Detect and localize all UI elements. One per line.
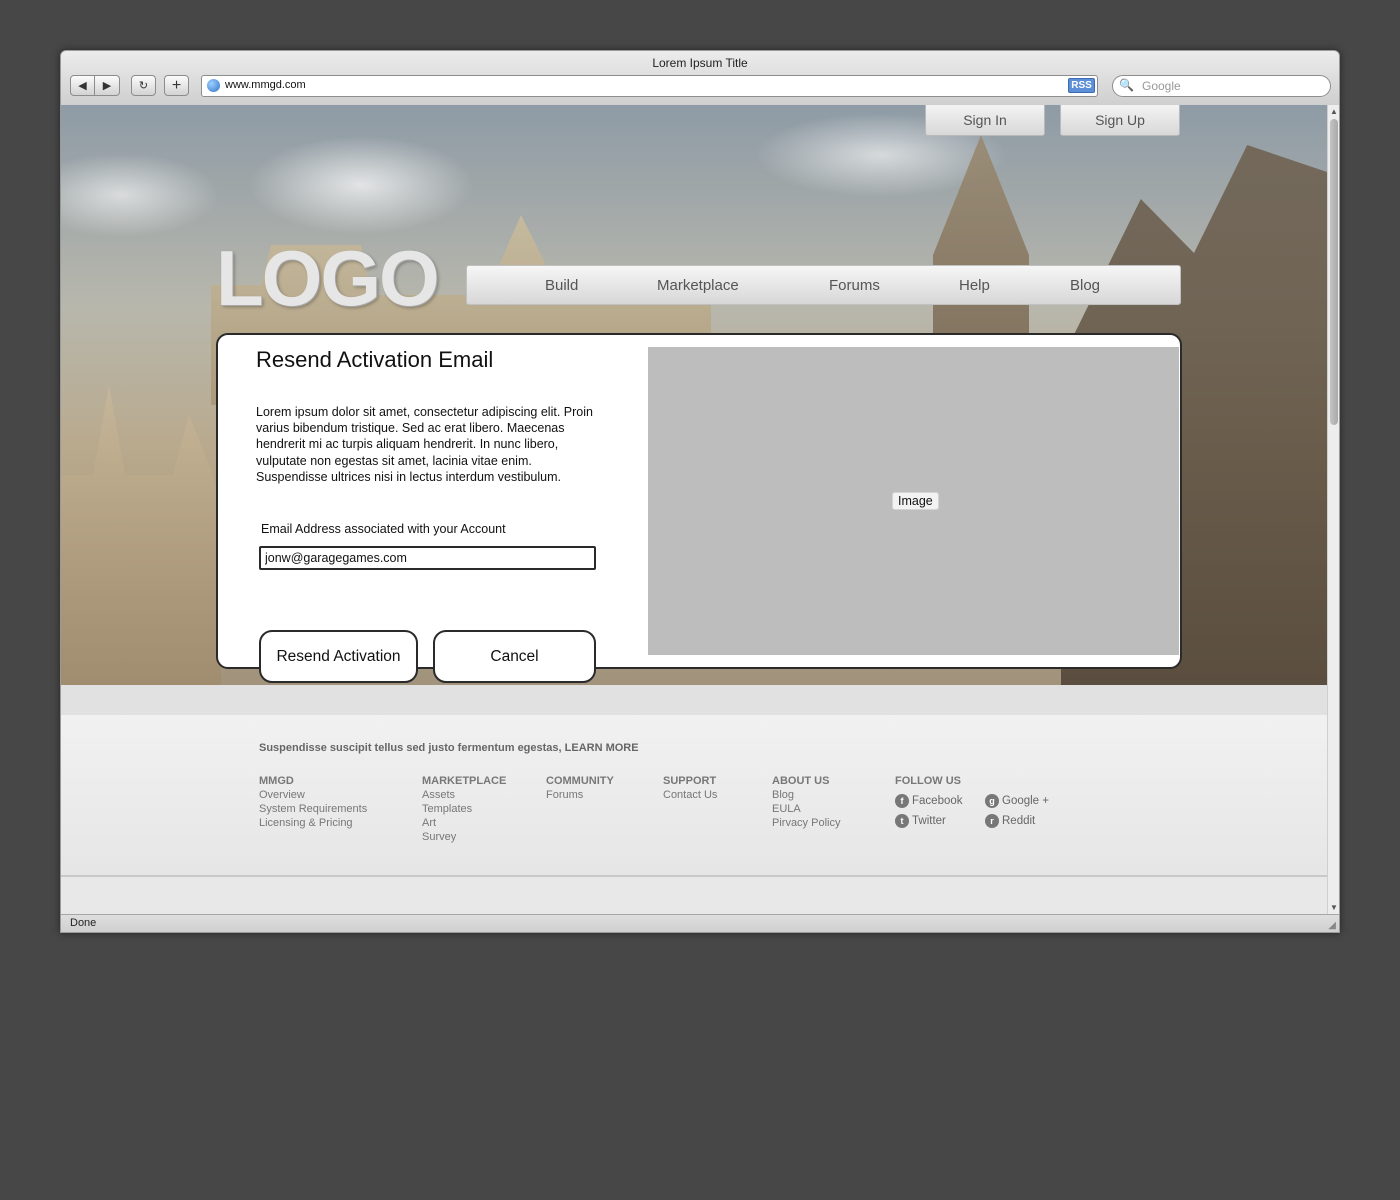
- footer-separator: [61, 685, 1327, 715]
- footer-heading: MMGD: [259, 775, 294, 787]
- card-description: Lorem ipsum dolor sit amet, consectetur …: [256, 405, 593, 484]
- footer-link[interactable]: Blog: [772, 788, 840, 802]
- browser-search-field[interactable]: 🔍 Google: [1112, 75, 1331, 97]
- footer-heading: MARKETPLACE: [422, 775, 507, 787]
- reddit-link[interactable]: r Reddit: [985, 814, 1035, 828]
- nav-item-help[interactable]: Help: [959, 277, 990, 294]
- page-title: Resend Activation Email: [256, 347, 494, 372]
- image-placeholder: Image: [648, 347, 1179, 655]
- plus-icon: +: [171, 76, 182, 94]
- globe-icon: [207, 79, 220, 92]
- footer-link[interactable]: System Requirements: [259, 802, 367, 816]
- footer-link[interactable]: Survey: [422, 830, 506, 844]
- scroll-down-arrow-icon[interactable]: ▼: [1330, 903, 1338, 912]
- footer-column-marketplace: MARKETPLACE Assets Templates Art Survey: [422, 774, 506, 844]
- google-plus-label: Google +: [1002, 795, 1049, 807]
- footer-link[interactable]: Forums: [546, 788, 614, 802]
- footer-tagline[interactable]: Suspendisse suscipit tellus sed justo fe…: [259, 742, 639, 754]
- facebook-link[interactable]: f Facebook: [895, 794, 963, 808]
- footer-link[interactable]: Overview: [259, 788, 367, 802]
- nav-item-forums[interactable]: Forums: [829, 277, 880, 294]
- facebook-icon: f: [895, 794, 909, 808]
- page-viewport: Sign In Sign Up LOGO Build Marketplace F…: [61, 105, 1327, 914]
- new-tab-button[interactable]: +: [164, 75, 189, 96]
- vertical-scrollbar[interactable]: ▲ ▼: [1327, 105, 1339, 914]
- footer-heading: COMMUNITY: [546, 775, 614, 787]
- castle-illustration-left: [61, 385, 221, 685]
- forward-arrow-icon: ▶: [102, 80, 112, 92]
- status-text: Done: [70, 917, 97, 929]
- footer-link[interactable]: Templates: [422, 802, 506, 816]
- reload-button[interactable]: ↻: [131, 75, 156, 96]
- facebook-label: Facebook: [912, 795, 963, 807]
- sign-up-button[interactable]: Sign Up: [1060, 105, 1180, 136]
- footer-column-about: ABOUT US Blog EULA Pirvacy Policy: [772, 774, 840, 830]
- twitter-link[interactable]: t Twitter: [895, 814, 946, 828]
- footer-link[interactable]: Assets: [422, 788, 506, 802]
- email-field-label: Email Address associated with your Accou…: [261, 522, 506, 536]
- scroll-up-arrow-icon[interactable]: ▲: [1330, 107, 1338, 116]
- scroll-thumb[interactable]: [1330, 119, 1338, 425]
- google-plus-link[interactable]: g Google +: [985, 794, 1049, 808]
- footer-link[interactable]: Licensing & Pricing: [259, 816, 367, 830]
- window-title: Lorem Ipsum Title: [652, 56, 748, 70]
- google-plus-icon: g: [985, 794, 999, 808]
- nav-item-marketplace[interactable]: Marketplace: [657, 277, 739, 294]
- footer-column-support: SUPPORT Contact Us: [663, 774, 717, 802]
- resend-activation-button[interactable]: Resend Activation: [259, 630, 418, 683]
- reddit-icon: r: [985, 814, 999, 828]
- back-arrow-icon: ◀: [78, 80, 87, 92]
- footer-link[interactable]: Pirvacy Policy: [772, 816, 840, 830]
- footer-link[interactable]: EULA: [772, 802, 840, 816]
- rss-icon[interactable]: RSS: [1068, 78, 1095, 93]
- footer-column-community: COMMUNITY Forums: [546, 774, 614, 802]
- nav-item-build[interactable]: Build: [545, 277, 578, 294]
- footer-column-mmgd: MMGD Overview System Requirements Licens…: [259, 774, 367, 830]
- twitter-icon: t: [895, 814, 909, 828]
- footer-heading: SUPPORT: [663, 775, 717, 787]
- site-footer: Suspendisse suscipit tellus sed justo fe…: [61, 715, 1327, 877]
- address-bar[interactable]: www.mmgd.com RSS: [201, 75, 1098, 97]
- search-placeholder: Google: [1142, 79, 1181, 93]
- browser-window: Lorem Ipsum Title ◀ ▶ ↻ + www.mmgd.com R…: [60, 50, 1340, 933]
- forward-button[interactable]: ▶: [95, 75, 120, 96]
- resize-grip-icon[interactable]: ◢: [1328, 920, 1336, 931]
- reddit-label: Reddit: [1002, 815, 1036, 827]
- status-bar: Done ◢: [61, 914, 1339, 932]
- footer-heading: ABOUT US: [772, 775, 830, 787]
- search-icon: 🔍: [1119, 78, 1134, 92]
- footer-link[interactable]: Art: [422, 816, 506, 830]
- hero-banner: Sign In Sign Up LOGO Build Marketplace F…: [61, 105, 1327, 685]
- site-logo[interactable]: LOGO: [216, 233, 440, 324]
- email-field[interactable]: [259, 546, 596, 570]
- sign-in-button[interactable]: Sign In: [925, 105, 1045, 136]
- twitter-label: Twitter: [912, 815, 946, 827]
- image-placeholder-label: Image: [892, 492, 939, 510]
- footer-column-follow: FOLLOW US: [895, 774, 961, 788]
- back-button[interactable]: ◀: [70, 75, 95, 96]
- footer-heading: FOLLOW US: [895, 775, 961, 787]
- reload-icon: ↻: [138, 80, 149, 92]
- browser-titlebar: Lorem Ipsum Title ◀ ▶ ↻ + www.mmgd.com R…: [61, 51, 1339, 106]
- url-text[interactable]: www.mmgd.com: [225, 79, 306, 91]
- main-nav: Build Marketplace Forums Help Blog: [466, 265, 1181, 305]
- cancel-button[interactable]: Cancel: [433, 630, 596, 683]
- footer-link[interactable]: Contact Us: [663, 788, 717, 802]
- history-nav: ◀ ▶: [70, 75, 120, 96]
- nav-item-blog[interactable]: Blog: [1070, 277, 1100, 294]
- resend-activation-card: Resend Activation Email Lorem ipsum dolo…: [216, 333, 1182, 669]
